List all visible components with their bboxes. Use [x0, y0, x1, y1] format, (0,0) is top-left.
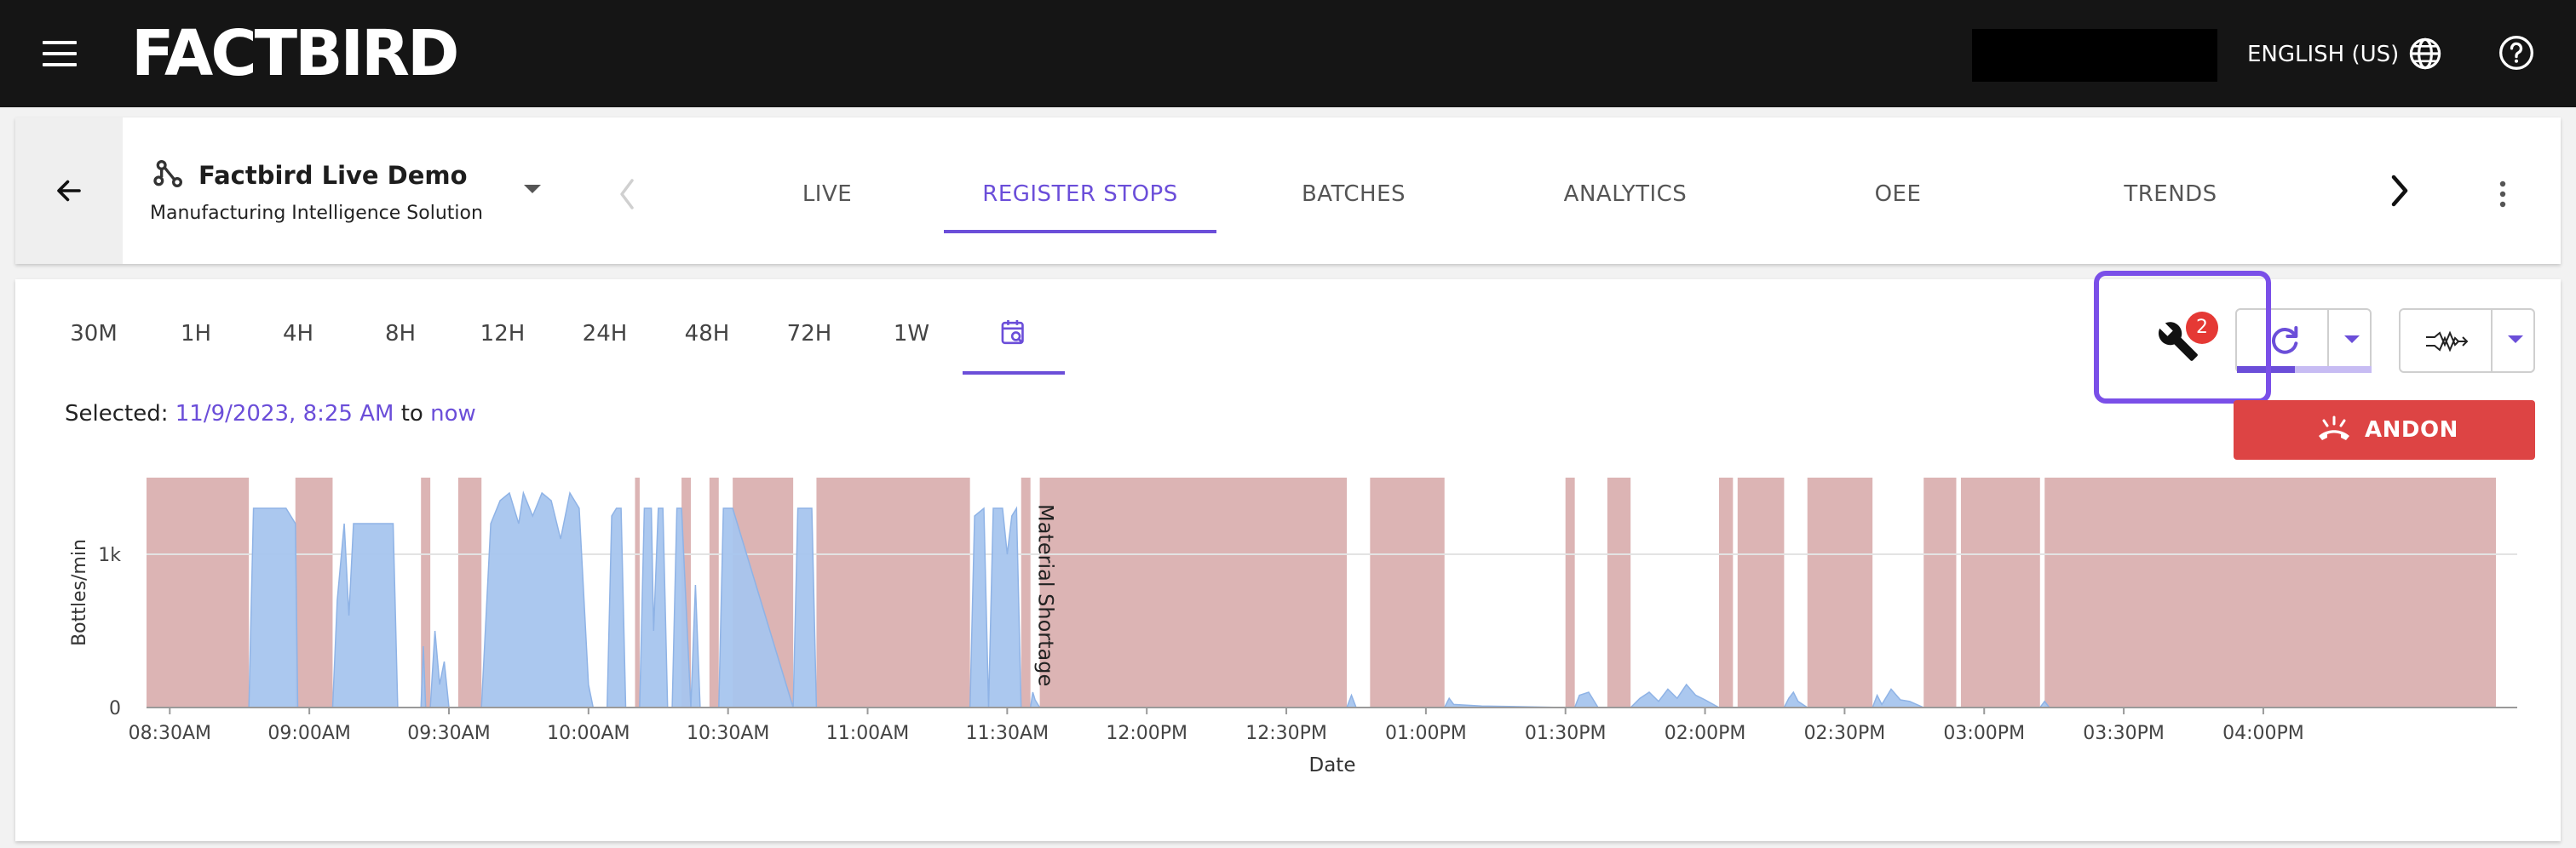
y-axis-label: Bottles/min	[69, 539, 90, 646]
x-tick-label: 03:30PM	[2083, 723, 2165, 744]
x-tick-label: 02:00PM	[1665, 723, 1746, 744]
x-tick-label: 12:00PM	[1106, 723, 1187, 744]
stop-band-12[interactable]	[1565, 478, 1575, 708]
x-tick-label: 04:00PM	[2222, 723, 2304, 744]
x-tick-label: 12:30PM	[1245, 723, 1327, 744]
stop-band-15[interactable]	[1737, 478, 1785, 708]
stop-band-11[interactable]	[1370, 478, 1445, 708]
stop-band-3[interactable]	[457, 478, 482, 708]
x-tick-label: 11:00AM	[826, 723, 909, 744]
x-tick-label: 11:30AM	[966, 723, 1049, 744]
y-tick-label: 0	[109, 698, 121, 719]
x-tick-label: 01:30PM	[1525, 723, 1607, 744]
stop-band-1[interactable]	[295, 478, 333, 708]
stop-band-9[interactable]	[1021, 478, 1031, 708]
x-tick-label: 08:30AM	[129, 723, 211, 744]
stop-band-13[interactable]	[1607, 478, 1631, 708]
stop-band-18[interactable]	[1960, 478, 2040, 708]
x-tick-label: 10:00AM	[547, 723, 630, 744]
stop-band-6[interactable]	[709, 478, 719, 708]
stop-band-19[interactable]	[2044, 478, 2496, 708]
x-tick-label: 09:30AM	[407, 723, 490, 744]
material-shortage-annotation[interactable]: Material Shortage	[1034, 504, 1058, 686]
y-tick-label: 1k	[98, 545, 121, 566]
stop-band-8[interactable]	[816, 478, 970, 708]
stop-band-14[interactable]	[1718, 478, 1734, 708]
x-tick-label: 03:00PM	[1943, 723, 2025, 744]
stop-band-16[interactable]	[1807, 478, 1873, 708]
x-tick-label: 10:30AM	[687, 723, 769, 744]
x-tick-label: 02:30PM	[1804, 723, 1886, 744]
stop-band-10[interactable]	[1039, 478, 1348, 708]
production-chart[interactable]: 08:30AM 09:00AM 09:30AM 10:00AM 10:30AM 11:00…	[0, 0, 2576, 848]
x-axis-label: Date	[1309, 754, 1356, 776]
stop-band-4[interactable]	[635, 478, 640, 708]
stop-band-0[interactable]	[147, 478, 250, 708]
x-tick-label: 01:00PM	[1385, 723, 1467, 744]
x-tick-label: 09:00AM	[267, 723, 350, 744]
stop-band-17[interactable]	[1923, 478, 1957, 708]
